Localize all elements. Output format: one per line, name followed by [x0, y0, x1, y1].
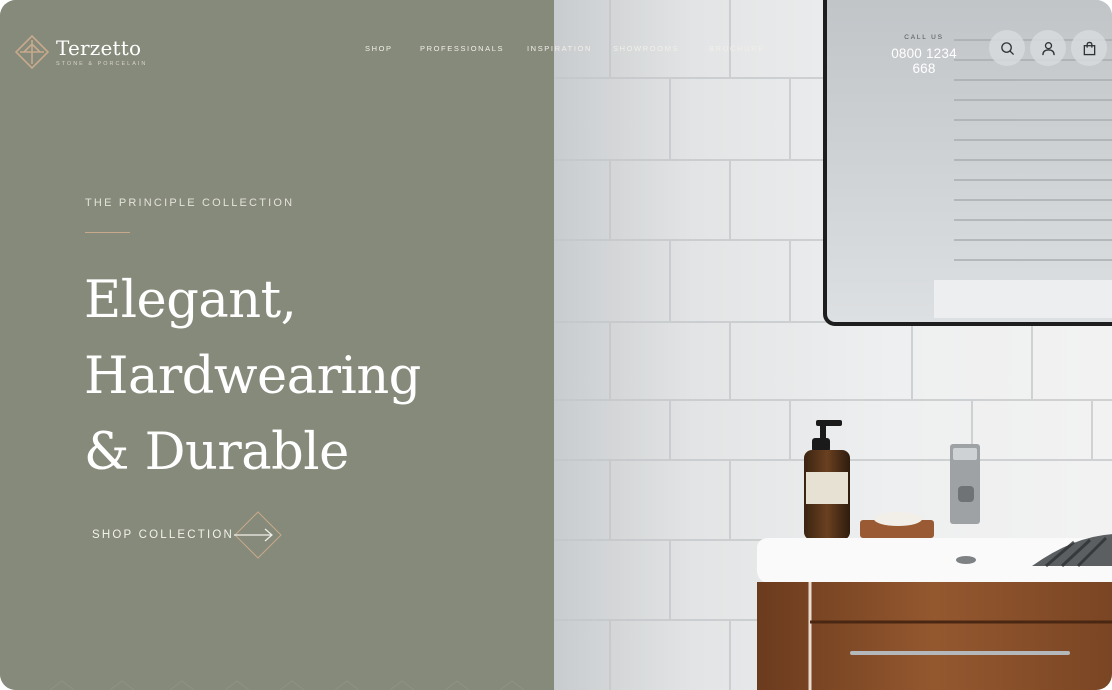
account-icon	[1041, 41, 1055, 55]
nav-item-shop[interactable]: SHOP	[365, 44, 393, 53]
nav-item-showrooms[interactable]: SHOWROOMS	[613, 44, 679, 53]
search-icon	[1000, 41, 1014, 55]
shop-collection-label: SHOP COLLECTION	[92, 529, 235, 541]
hero-headline: Elegant, Hardwearing & Durable	[84, 263, 524, 491]
bathroom-photo-illustration	[554, 0, 1112, 690]
nav-item-brochure[interactable]: BROCHURE	[709, 44, 765, 53]
nav-item-professionals[interactable]: PROFESSIONALS	[420, 44, 504, 53]
nav-item-inspiration[interactable]: INSPIRATION	[527, 44, 592, 53]
collection-eyebrow: THE PRINCIPLE COLLECTION	[85, 197, 295, 209]
page-frame: Terzetto STONE & PORCELAIN SHOP PROFESSI…	[0, 0, 1112, 690]
headline-line-1: Elegant,	[84, 271, 297, 330]
shop-collection-button[interactable]: SHOP COLLECTION	[92, 511, 282, 559]
cart-button[interactable]	[1071, 30, 1107, 66]
hero-image	[554, 0, 1112, 690]
search-button[interactable]	[989, 30, 1025, 66]
contact-block: CALL US 0800 1234 668	[878, 34, 970, 76]
brand-tagline: STONE & PORCELAIN	[56, 61, 148, 67]
phone-number-link[interactable]: 0800 1234 668	[878, 46, 970, 76]
headline-line-2: Hardwearing	[84, 347, 421, 406]
bag-icon	[1083, 41, 1095, 55]
arrow-right-icon	[234, 511, 282, 559]
headline-line-3: & Durable	[84, 423, 349, 482]
call-us-label: CALL US	[904, 34, 944, 41]
diamond-pattern-decoration	[49, 680, 525, 690]
account-button[interactable]	[1030, 30, 1066, 66]
eyebrow-divider	[85, 232, 130, 233]
